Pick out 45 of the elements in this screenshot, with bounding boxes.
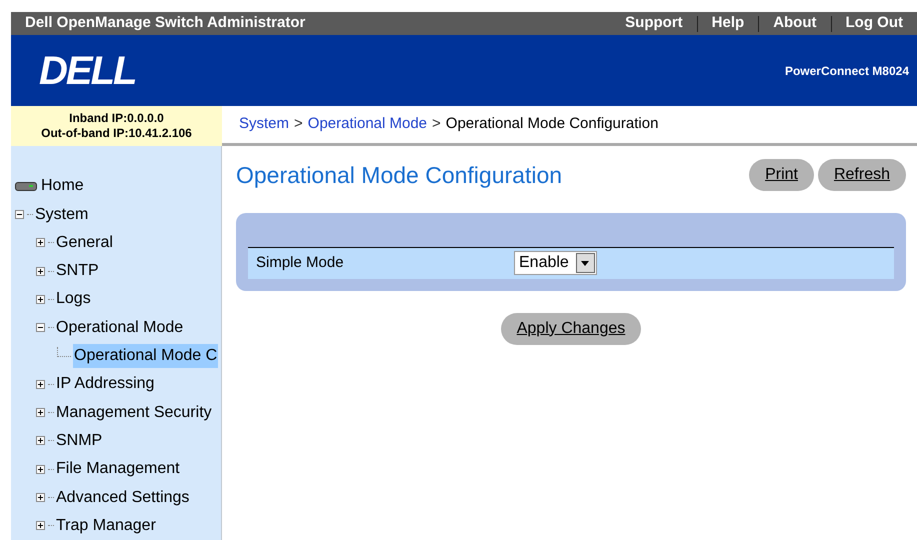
tree-item[interactable]: Logs [55,287,92,312]
page-title: Operational Mode Configuration [236,161,562,190]
field-label: Simple Mode [256,252,345,273]
model-name: PowerConnect M8024 [784,62,909,80]
tree-item[interactable]: System [34,202,90,227]
tree-item[interactable]: Operational Mode C [73,344,218,368]
tree-item[interactable]: Home [40,174,85,198]
expand-icon[interactable] [36,408,45,418]
breadcrumb-separator: > [294,114,303,134]
out-of-band-ip: Out-of-band IP:10.41.2.106 [41,126,192,142]
header-link[interactable]: Log Out [846,12,903,35]
breadcrumb-current-page: Operational Mode Configuration [446,114,658,134]
header-link[interactable]: About [773,12,817,35]
tree-item[interactable]: IP Addressing [55,372,156,396]
header-link[interactable]: Support [625,12,683,35]
apply-changes-button[interactable]: Apply Changes [500,312,642,345]
breadcrumb-link[interactable]: System [239,113,290,136]
page-button[interactable]: Refresh [818,159,906,192]
expand-icon[interactable] [36,380,45,389]
expand-icon[interactable] [36,266,45,276]
collapse-icon[interactable] [36,323,45,332]
expand-icon[interactable] [36,464,45,474]
expand-icon[interactable] [36,238,45,248]
expand-icon[interactable] [36,521,45,530]
expand-icon[interactable] [36,493,45,502]
header-link[interactable]: Help [712,12,744,35]
tree-item[interactable]: Management Security [55,400,213,425]
expand-icon[interactable] [36,294,45,304]
breadcrumb-link[interactable]: Operational Mode [308,113,428,136]
tree-item[interactable]: Trap Manager [55,514,157,538]
tree-item[interactable]: Operational Mode [55,316,184,340]
tree-item[interactable]: General [55,230,114,255]
device-icon [15,182,37,191]
tree-item[interactable]: File Management [55,457,181,482]
tree-item[interactable]: SNMP [55,428,104,453]
logo: DELL [39,48,136,95]
expand-icon[interactable] [36,436,45,446]
page-button[interactable]: Print [749,159,814,192]
inband-ip: Inband IP:0.0.0.0 [69,111,164,126]
app-title: Dell OpenManage Switch Administrator [25,13,306,34]
tree-item[interactable]: Advanced Settings [55,486,190,510]
select-field[interactable]: Enable [514,251,597,276]
breadcrumb-separator: > [432,114,441,134]
collapse-icon[interactable] [15,210,24,220]
tree-item[interactable]: SNTP [55,259,100,284]
